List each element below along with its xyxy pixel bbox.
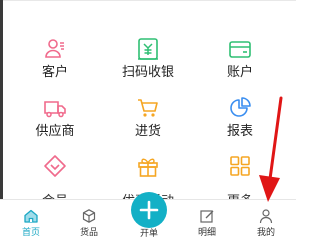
create-order-label: 开单 bbox=[139, 229, 158, 239]
tile-scan-cashier-label: 扫码收银 bbox=[121, 65, 174, 80]
tile-customer-label: 客户 bbox=[41, 65, 68, 80]
promotion-gift-icon bbox=[138, 158, 158, 177]
tile-scan-cashier[interactable]: 扫码收银 bbox=[103, 31, 193, 91]
user-profile-icon bbox=[259, 209, 273, 224]
left-edge bbox=[0, 0, 3, 200]
tab-detail[interactable]: 明细 bbox=[187, 208, 227, 240]
detail-edit-icon bbox=[200, 210, 214, 223]
tab-mine-label: 我的 bbox=[256, 228, 275, 238]
member-diamond-icon bbox=[44, 155, 66, 177]
top-divider bbox=[0, 0, 296, 1]
tab-home-label: 首页 bbox=[21, 228, 40, 238]
account-icon bbox=[229, 41, 251, 58]
plus-icon bbox=[139, 200, 159, 220]
tile-customer[interactable]: 客户 bbox=[10, 31, 100, 91]
report-pie-icon bbox=[230, 97, 251, 117]
tile-purchase[interactable]: 进货 bbox=[103, 90, 193, 150]
tile-account-label: 账户 bbox=[226, 65, 253, 80]
home-icon bbox=[24, 209, 38, 223]
customer-icon bbox=[45, 39, 64, 58]
goods-box-icon bbox=[82, 209, 96, 223]
tile-account[interactable]: 账户 bbox=[195, 31, 285, 91]
tab-detail-label: 明细 bbox=[197, 228, 216, 238]
tab-mine[interactable]: 我的 bbox=[246, 208, 286, 240]
create-order-button[interactable] bbox=[131, 192, 167, 228]
tab-home[interactable]: 首页 bbox=[11, 208, 51, 240]
tile-supplier[interactable]: 供应商 bbox=[10, 90, 100, 150]
more-grid-icon bbox=[230, 156, 250, 176]
tile-supplier-label: 供应商 bbox=[35, 124, 75, 139]
tile-purchase-label: 进货 bbox=[134, 124, 161, 139]
scan-cashier-icon bbox=[138, 38, 158, 60]
app-screen: 客户 扫码收银 账户 供应商 进货 报表 首页 货品 明细 我的 开单 bbox=[0, 0, 296, 240]
tab-goods-label: 货品 bbox=[79, 228, 98, 238]
annotation-arrow-icon bbox=[259, 96, 283, 202]
tab-goods[interactable]: 货品 bbox=[69, 208, 109, 240]
supplier-truck-icon bbox=[44, 101, 66, 118]
purchase-cart-icon bbox=[138, 99, 158, 117]
